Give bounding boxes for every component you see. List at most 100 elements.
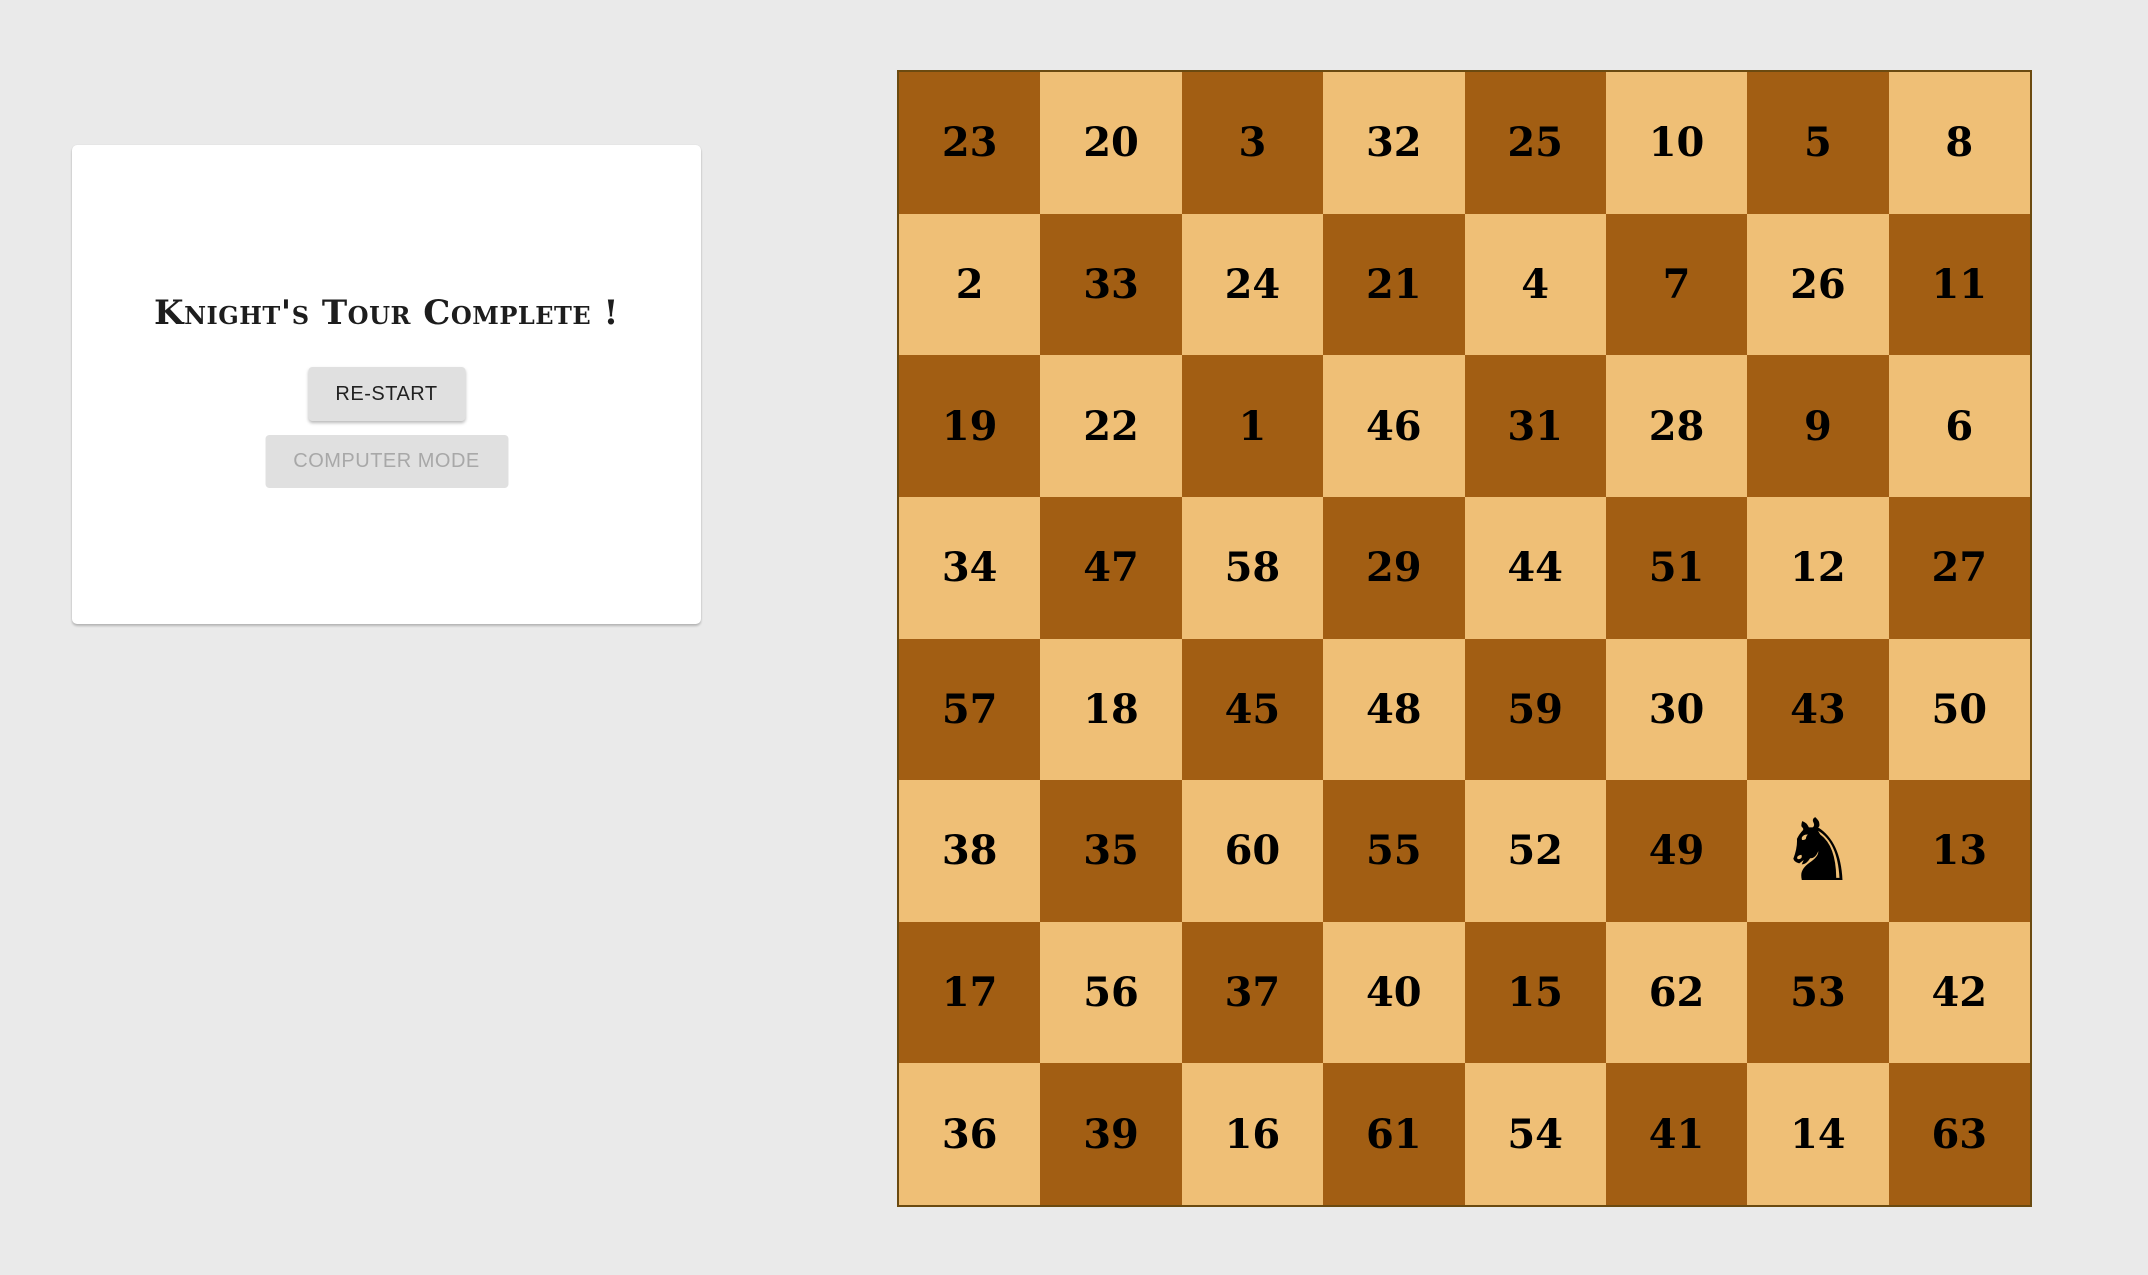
board-square[interactable]: 3	[1181, 72, 1324, 214]
board-square[interactable]: 26	[1747, 213, 1889, 356]
board-square[interactable]: 43	[1747, 638, 1889, 781]
board-square[interactable]: 51	[1605, 496, 1748, 639]
board-square[interactable]: 17	[899, 921, 1041, 1064]
board-square[interactable]: ♞	[1747, 780, 1889, 922]
move-number: 62	[1648, 969, 1705, 1017]
board-square[interactable]: 9	[1747, 355, 1889, 497]
board-square[interactable]: 27	[1888, 496, 2030, 639]
board-square[interactable]: 5	[1747, 72, 1889, 214]
board-square[interactable]: 4	[1464, 213, 1606, 356]
board-square[interactable]: 13	[1888, 780, 2030, 922]
board-square[interactable]: 47	[1040, 496, 1182, 639]
board-square[interactable]: 23	[899, 72, 1041, 214]
move-number: 22	[1083, 402, 1139, 450]
move-number: 52	[1507, 827, 1564, 875]
board-square[interactable]: 40	[1323, 921, 1465, 1064]
computer-mode-button[interactable]: COMPUTER MODE	[265, 435, 508, 488]
move-number: 19	[941, 402, 998, 450]
board-square[interactable]: 42	[1888, 921, 2030, 1064]
board-square[interactable]: 56	[1040, 921, 1182, 1064]
move-number: 11	[1931, 260, 1988, 308]
board-square[interactable]: 41	[1605, 1063, 1748, 1205]
move-number: 54	[1507, 1110, 1564, 1158]
move-number: 58	[1224, 544, 1281, 592]
board-square[interactable]: 32	[1323, 72, 1465, 214]
board-square[interactable]: 35	[1040, 780, 1182, 922]
move-number: 15	[1507, 969, 1564, 1017]
board-square[interactable]: 18	[1040, 638, 1182, 781]
board-square[interactable]: 36	[899, 1063, 1041, 1205]
move-number: 40	[1365, 969, 1422, 1017]
board-square[interactable]: 59	[1464, 638, 1606, 781]
knight-icon: ♞	[1779, 800, 1857, 901]
move-number: 47	[1083, 544, 1139, 592]
board-square[interactable]: 15	[1464, 921, 1606, 1064]
board-square[interactable]: 55	[1323, 780, 1465, 922]
move-number: 5	[1804, 119, 1832, 167]
board-square[interactable]: 12	[1747, 496, 1889, 639]
board-square[interactable]: 25	[1464, 72, 1606, 214]
board-square[interactable]: 24	[1181, 213, 1324, 356]
board-square[interactable]: 1	[1181, 355, 1324, 497]
board-square[interactable]: 7	[1605, 213, 1748, 356]
board-square[interactable]: 60	[1181, 780, 1324, 922]
board-square[interactable]: 37	[1181, 921, 1324, 1064]
restart-button[interactable]: RE-START	[308, 367, 465, 421]
move-number: 50	[1931, 685, 1988, 733]
board-square[interactable]: 11	[1888, 213, 2030, 356]
move-number: 46	[1365, 402, 1422, 450]
move-number: 28	[1648, 402, 1705, 450]
board-square[interactable]: 62	[1605, 921, 1748, 1064]
board-square[interactable]: 63	[1888, 1063, 2030, 1205]
board-square[interactable]: 57	[899, 638, 1041, 781]
board-square[interactable]: 53	[1747, 921, 1889, 1064]
move-number: 14	[1790, 1110, 1846, 1158]
board-square[interactable]: 48	[1323, 638, 1465, 781]
board-square[interactable]: 2	[899, 213, 1041, 356]
board-square[interactable]: 38	[899, 780, 1041, 922]
board-square[interactable]: 54	[1464, 1063, 1606, 1205]
move-number: 36	[941, 1110, 998, 1158]
board-square[interactable]: 45	[1181, 638, 1324, 781]
move-number: 6	[1945, 402, 1974, 450]
board-square[interactable]: 49	[1605, 780, 1748, 922]
board-square[interactable]: 52	[1464, 780, 1606, 922]
board-square[interactable]: 31	[1464, 355, 1606, 497]
move-number: 53	[1790, 969, 1846, 1017]
board-square[interactable]: 28	[1605, 355, 1748, 497]
move-number: 34	[941, 544, 998, 592]
move-number: 42	[1931, 969, 1988, 1017]
move-number: 24	[1224, 260, 1281, 308]
board-square[interactable]: 61	[1323, 1063, 1465, 1205]
board-square[interactable]: 44	[1464, 496, 1606, 639]
board-square[interactable]: 29	[1323, 496, 1465, 639]
board-square[interactable]: 16	[1181, 1063, 1324, 1205]
chess-board: 23 20 3 32 25 10 5 8 2 33 24 21 4 7 26 11 19 22 1 46 31 28 9 6 3…	[897, 70, 2032, 1207]
move-number: 7	[1662, 260, 1691, 308]
move-number: 29	[1365, 544, 1422, 592]
move-number: 10	[1648, 119, 1705, 167]
board-square[interactable]: 33	[1040, 213, 1182, 356]
move-number: 18	[1083, 685, 1139, 733]
board-square[interactable]: 58	[1181, 496, 1324, 639]
board-square[interactable]: 30	[1605, 638, 1748, 781]
board-square[interactable]: 39	[1040, 1063, 1182, 1205]
board-square[interactable]: 6	[1888, 355, 2030, 497]
status-panel: Knight's Tour Complete ! RE-START COMPUT…	[72, 145, 701, 624]
board-square[interactable]: 34	[899, 496, 1041, 639]
move-number: 44	[1507, 544, 1564, 592]
board-square[interactable]: 8	[1888, 72, 2030, 214]
board-square[interactable]: 14	[1747, 1063, 1889, 1205]
board-square[interactable]: 10	[1605, 72, 1748, 214]
board-square[interactable]: 50	[1888, 638, 2030, 781]
move-number: 23	[941, 119, 998, 167]
board-square[interactable]: 21	[1323, 213, 1465, 356]
move-number: 41	[1648, 1110, 1705, 1158]
board-square[interactable]: 19	[899, 355, 1041, 497]
move-number: 13	[1931, 827, 1988, 875]
board-square[interactable]: 46	[1323, 355, 1465, 497]
move-number: 39	[1083, 1110, 1139, 1158]
board-square[interactable]: 20	[1040, 72, 1182, 214]
board-square[interactable]: 22	[1040, 355, 1182, 497]
move-number: 32	[1365, 119, 1422, 167]
